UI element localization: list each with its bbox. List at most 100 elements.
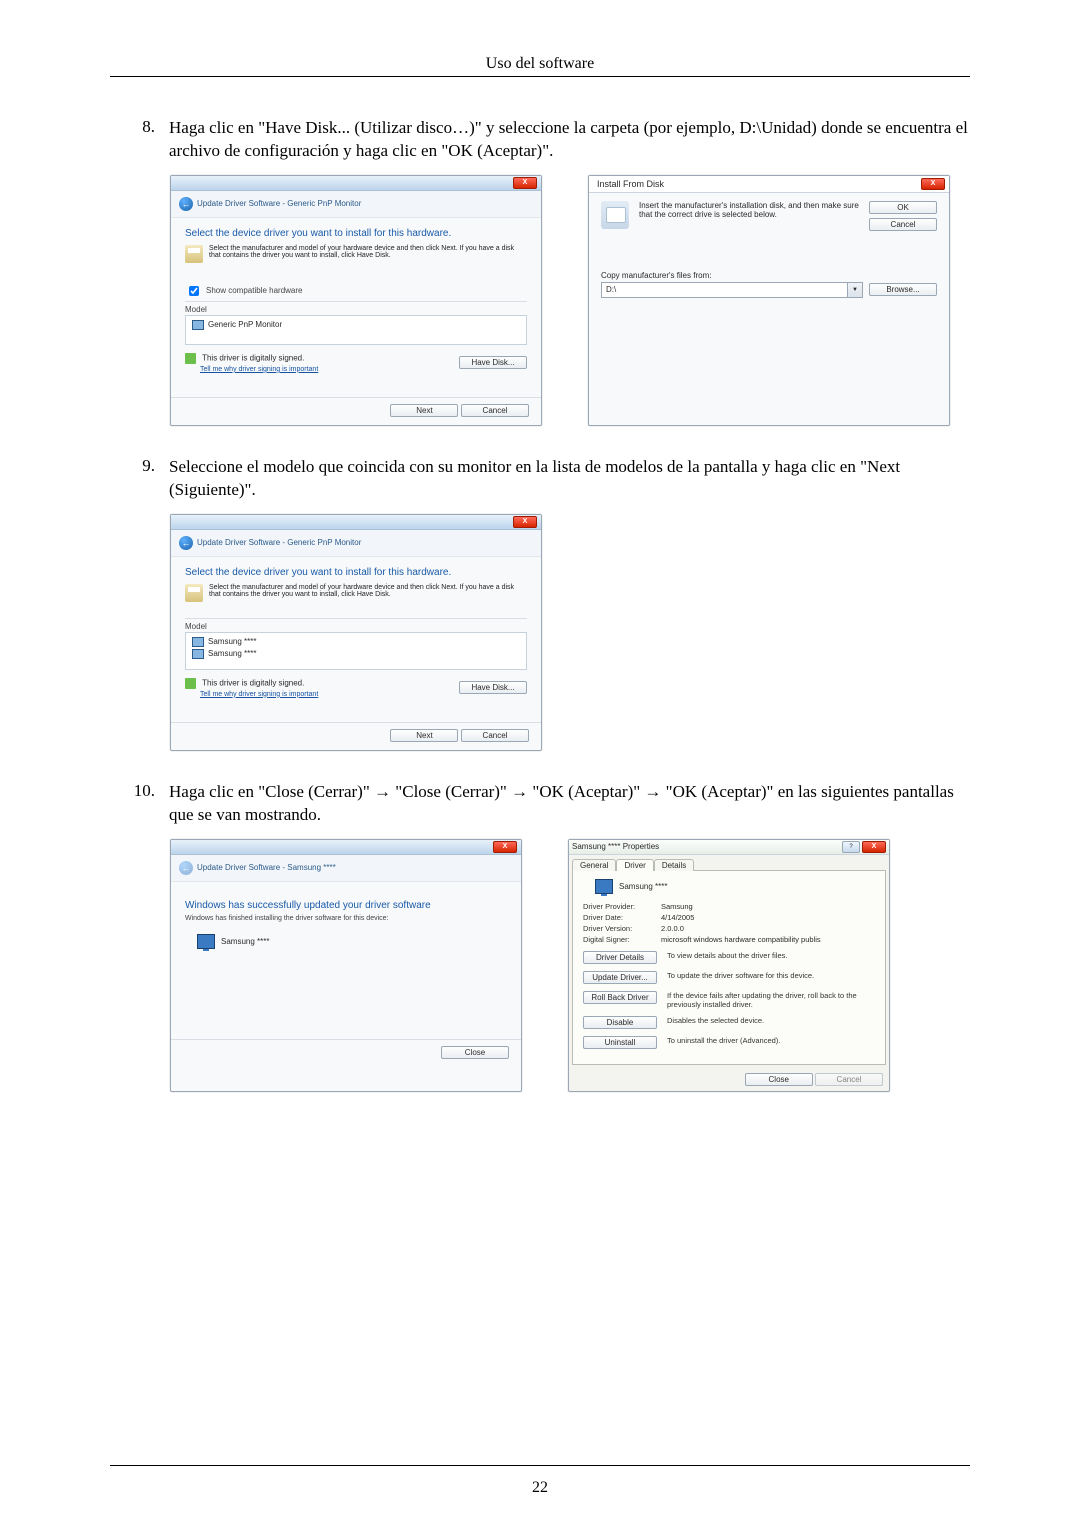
update-success-dialog: X ← Update Driver Software - Samsung ***…	[170, 839, 522, 1092]
close-icon[interactable]: X	[493, 841, 517, 853]
success-prompt: Windows has successfully updated your dr…	[185, 900, 507, 911]
close-icon[interactable]: X	[862, 841, 886, 853]
step-number: 9.	[110, 456, 169, 502]
rollback-driver-button[interactable]: Roll Back Driver	[583, 991, 657, 1004]
label-signer: Digital Signer:	[583, 935, 661, 944]
model-column-header: Model	[185, 305, 527, 314]
next-button[interactable]: Next	[390, 404, 458, 417]
update-driver-wizard-dialog-2: X ← Update Driver Software - Generic PnP…	[170, 514, 542, 751]
have-disk-button[interactable]: Have Disk...	[459, 681, 527, 694]
step-9: 9. Seleccione el modelo que coincida con…	[110, 456, 970, 502]
signed-text: This driver is digitally signed.	[202, 678, 304, 687]
value-signer: microsoft windows hardware compatibility…	[661, 935, 875, 944]
step-number: 8.	[110, 117, 169, 163]
close-icon[interactable]: X	[921, 178, 945, 190]
back-icon[interactable]: ←	[179, 197, 193, 211]
show-compatible-label: Show compatible hardware	[206, 286, 303, 295]
back-icon[interactable]: ←	[179, 536, 193, 550]
disk-icon	[185, 584, 203, 602]
next-button[interactable]: Next	[390, 729, 458, 742]
label-date: Driver Date:	[583, 913, 661, 922]
uninstall-desc: To uninstall the driver (Advanced).	[667, 1036, 875, 1045]
wizard-hint: Select the manufacturer and model of you…	[209, 245, 527, 263]
install-disk-msg: Insert the manufacturer's installation d…	[639, 201, 859, 231]
copy-from-label: Copy manufacturer's files from:	[601, 271, 937, 280]
dialog-title: Install From Disk	[597, 179, 664, 189]
tab-general[interactable]: General	[572, 859, 616, 871]
wizard-prompt: Select the device driver you want to ins…	[185, 567, 527, 578]
step-number: 10.	[110, 781, 169, 827]
disable-button[interactable]: Disable	[583, 1016, 657, 1029]
tab-strip: General Driver Details	[569, 855, 889, 870]
breadcrumb: Update Driver Software - Generic PnP Mon…	[197, 538, 361, 547]
chevron-down-icon[interactable]: ▼	[847, 283, 862, 297]
page-header: Uso del software	[110, 55, 970, 73]
close-button[interactable]: Close	[745, 1073, 813, 1086]
wizard-hint: Select the manufacturer and model of you…	[209, 584, 527, 602]
uninstall-button[interactable]: Uninstall	[583, 1036, 657, 1049]
monitor-icon	[192, 649, 204, 659]
model-list[interactable]: Generic PnP Monitor	[185, 315, 527, 345]
tab-driver[interactable]: Driver	[616, 859, 653, 871]
shield-icon	[185, 353, 196, 364]
step-text: Haga clic en "Close (Cerrar)" → "Close (…	[169, 781, 970, 827]
step-text: Seleccione el modelo que coincida con su…	[169, 456, 970, 502]
update-driver-wizard-dialog: X ← Update Driver Software - Generic PnP…	[170, 175, 542, 426]
list-item[interactable]: Generic PnP Monitor	[192, 319, 520, 331]
path-combo[interactable]: D:\ ▼	[601, 282, 863, 298]
device-properties-dialog: Samsung **** Properties ? X General Driv…	[568, 839, 890, 1092]
device-name: Samsung ****	[619, 882, 667, 891]
monitor-icon	[192, 320, 204, 330]
device-name: Samsung ****	[221, 937, 269, 946]
step-10: 10. Haga clic en "Close (Cerrar)" → "Clo…	[110, 781, 970, 827]
show-compatible-checkbox[interactable]	[189, 286, 199, 296]
signing-link[interactable]: Tell me why driver signing is important	[200, 366, 318, 373]
success-sub: Windows has finished installing the driv…	[185, 915, 507, 922]
browse-button[interactable]: Browse...	[869, 283, 937, 296]
tab-details[interactable]: Details	[654, 859, 694, 871]
shield-icon	[185, 678, 196, 689]
disk-icon	[185, 245, 203, 263]
list-item[interactable]: Samsung ****	[192, 648, 520, 660]
monitor-icon	[197, 934, 215, 949]
value-version: 2.0.0.0	[661, 924, 875, 933]
help-icon[interactable]: ?	[842, 841, 860, 853]
label-version: Driver Version:	[583, 924, 661, 933]
model-list[interactable]: Samsung **** Samsung ****	[185, 632, 527, 670]
update-driver-desc: To update the driver software for this d…	[667, 971, 875, 980]
disable-desc: Disables the selected device.	[667, 1016, 875, 1025]
cancel-button[interactable]: Cancel	[461, 404, 529, 417]
breadcrumb: Update Driver Software - Samsung ****	[197, 863, 336, 872]
cancel-button[interactable]: Cancel	[869, 218, 937, 231]
wizard-prompt: Select the device driver you want to ins…	[185, 228, 527, 239]
dialog-title: Samsung **** Properties	[572, 842, 659, 851]
label-provider: Driver Provider:	[583, 902, 661, 911]
monitor-icon	[192, 637, 204, 647]
back-icon: ←	[179, 861, 193, 875]
monitor-icon	[595, 879, 613, 894]
list-item[interactable]: Samsung ****	[192, 636, 520, 648]
model-column-header: Model	[185, 622, 527, 631]
signed-text: This driver is digitally signed.	[202, 353, 304, 362]
breadcrumb: Update Driver Software - Generic PnP Mon…	[197, 199, 361, 208]
rollback-driver-desc: If the device fails after updating the d…	[667, 991, 875, 1009]
cancel-button: Cancel	[815, 1073, 883, 1086]
value-date: 4/14/2005	[661, 913, 875, 922]
floppy-icon	[601, 201, 629, 229]
update-driver-button[interactable]: Update Driver...	[583, 971, 657, 984]
ok-button[interactable]: OK	[869, 201, 937, 214]
driver-details-desc: To view details about the driver files.	[667, 951, 875, 960]
driver-details-button[interactable]: Driver Details	[583, 951, 657, 964]
cancel-button[interactable]: Cancel	[461, 729, 529, 742]
signing-link[interactable]: Tell me why driver signing is important	[200, 691, 318, 698]
close-icon[interactable]: X	[513, 516, 537, 528]
close-icon[interactable]: X	[513, 177, 537, 189]
path-value: D:\	[602, 283, 847, 297]
install-from-disk-dialog: Install From Disk X Insert the manufactu…	[588, 175, 950, 426]
footer-rule	[110, 1465, 970, 1466]
have-disk-button[interactable]: Have Disk...	[459, 356, 527, 369]
page-number: 22	[0, 1479, 1080, 1497]
step-text: Haga clic en "Have Disk... (Utilizar dis…	[169, 117, 970, 163]
close-button[interactable]: Close	[441, 1046, 509, 1059]
value-provider: Samsung	[661, 902, 875, 911]
